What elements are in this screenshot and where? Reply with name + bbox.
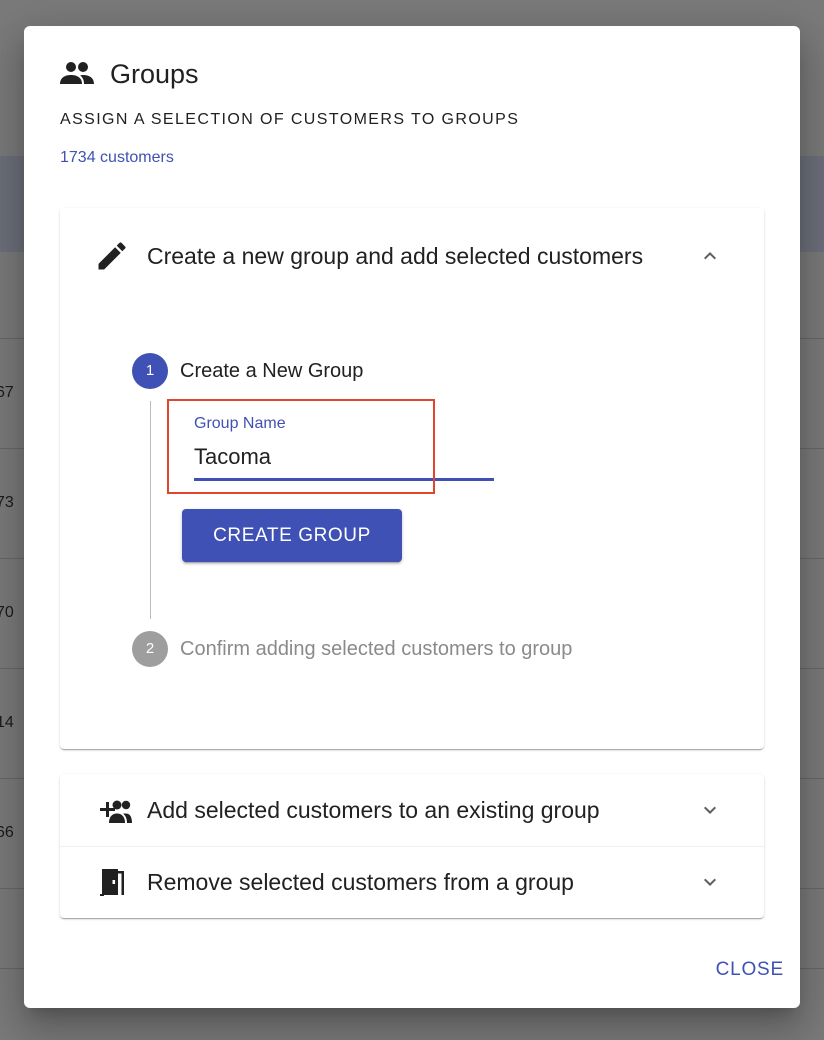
group-name-underline	[194, 478, 494, 481]
chevron-down-icon	[704, 806, 716, 814]
remove-from-group-label: Remove selected customers from a group	[147, 869, 574, 895]
groups-dialog: Groups ASSIGN A SELECTION OF CUSTOMERS T…	[24, 26, 800, 1008]
dialog-title: Groups	[110, 59, 199, 89]
customer-count: 1734 customers	[60, 149, 174, 166]
create-group-panel-label: Create a new group and add selected cust…	[147, 243, 644, 269]
add-existing-group-panel-header[interactable]: Add selected customers to an existing gr…	[60, 774, 764, 846]
pencil-icon	[98, 242, 126, 270]
collapsed-panels: Add selected customers to an existing gr…	[60, 774, 764, 918]
background-cell: 67	[0, 384, 14, 401]
create-group-panel-header[interactable]: Create a new group and add selected cust…	[60, 220, 764, 292]
close-button[interactable]: CLOSE	[684, 952, 784, 988]
group-name-field: Group Name	[194, 406, 494, 486]
create-group-panel: Create a new group and add selected cust…	[60, 208, 764, 749]
people-icon	[60, 62, 94, 84]
group-name-input[interactable]	[194, 440, 494, 474]
step-2-number: 2	[132, 631, 168, 667]
chevron-up-icon	[704, 252, 716, 260]
background-cell: 70	[0, 604, 14, 621]
dialog-subtitle: ASSIGN A SELECTION OF CUSTOMERS TO GROUP…	[60, 111, 520, 128]
step-connector	[150, 401, 151, 619]
group-name-label: Group Name	[194, 415, 286, 432]
remove-from-group-panel-header[interactable]: Remove selected customers from a group	[60, 846, 764, 918]
background-cell: 14	[0, 714, 14, 731]
group-add-icon	[100, 800, 132, 823]
background-cell: 66	[0, 824, 14, 841]
chevron-down-icon	[704, 878, 716, 886]
add-existing-group-label: Add selected customers to an existing gr…	[147, 797, 600, 823]
create-group-button[interactable]: CREATE GROUP	[182, 509, 402, 562]
step-2-label: Confirm adding selected customers to gro…	[180, 638, 573, 660]
background-cell: 73	[0, 494, 14, 511]
step-1-label: Create a New Group	[180, 360, 364, 382]
step-1-number: 1	[132, 353, 168, 389]
exit-door-icon	[100, 869, 124, 896]
